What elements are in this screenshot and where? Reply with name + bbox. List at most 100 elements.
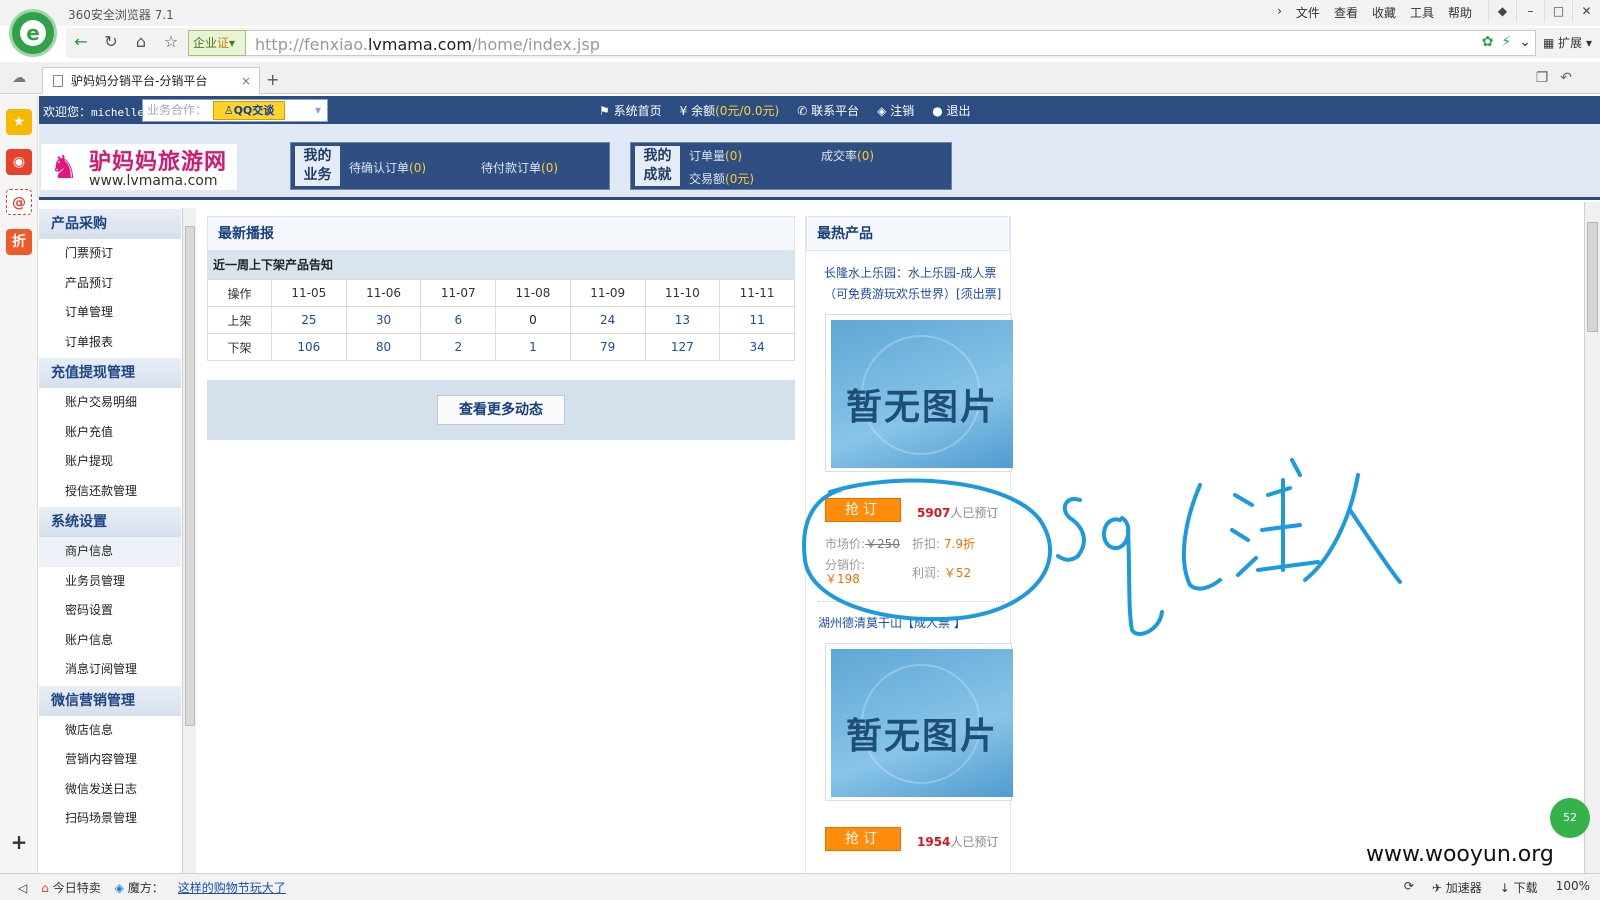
- buy-button[interactable]: 抢订: [825, 498, 901, 522]
- favorites-star-icon[interactable]: ★: [6, 109, 32, 135]
- menu-help[interactable]: 帮助: [1448, 4, 1472, 21]
- tab-active[interactable]: 驴妈妈分销平台-分销平台 ×: [42, 67, 260, 94]
- extensions-button[interactable]: ▦ 扩展 ▾: [1543, 34, 1592, 51]
- menu-group-purchase[interactable]: 产品采购: [39, 208, 181, 239]
- product-name-link[interactable]: 长隆水上乐园：水上乐园-成人票（可免费游玩欢乐世界）[须出票]: [818, 263, 1004, 305]
- menu-item-salesman[interactable]: 业务员管理: [39, 567, 181, 597]
- menu-group-recharge[interactable]: 充值提现管理: [39, 357, 181, 388]
- menu-item-password[interactable]: 密码设置: [39, 596, 181, 626]
- deal-rate-value: (0): [857, 149, 875, 163]
- menu-group-settings[interactable]: 系统设置: [39, 506, 181, 537]
- table-cell[interactable]: 80: [345, 333, 422, 361]
- mail-icon[interactable]: @: [6, 189, 32, 215]
- add-icon[interactable]: +: [6, 829, 32, 855]
- url-text[interactable]: http://fenxiao.lvmama.com/home/index.jsp: [255, 35, 600, 54]
- menu-item-marketing-content[interactable]: 营销内容管理: [39, 745, 181, 775]
- pending-confirm-link[interactable]: 待确认订单(0): [349, 159, 426, 176]
- back-arrow-icon[interactable]: ←: [70, 31, 92, 53]
- more-news-button[interactable]: 查看更多动态: [437, 395, 565, 425]
- nav-home[interactable]: ⚑ 系统首页: [599, 102, 662, 119]
- nav-deregister[interactable]: ◈ 注销: [877, 102, 914, 119]
- refresh-icon[interactable]: ↻: [100, 31, 122, 53]
- nav-contact[interactable]: ✆ 联系平台: [797, 102, 859, 119]
- home-icon[interactable]: ⌂: [130, 31, 152, 53]
- table-cell[interactable]: 34: [719, 333, 795, 361]
- lightning-icon[interactable]: ⚡: [1501, 34, 1511, 50]
- product-name-link[interactable]: 湖州德清莫干山【成人票 】: [818, 613, 1004, 634]
- chevron-down-icon[interactable]: ⌄: [1519, 34, 1531, 50]
- menu-item-wechat-log[interactable]: 微信发送日志: [39, 775, 181, 805]
- shirt-icon[interactable]: ◆: [1488, 0, 1516, 22]
- undo-icon[interactable]: ↶: [1560, 70, 1572, 86]
- new-tab-button[interactable]: +: [266, 70, 279, 89]
- close-icon[interactable]: ×: [241, 68, 251, 94]
- menu-view[interactable]: 查看: [1334, 4, 1358, 21]
- pending-pay-link[interactable]: 待付款订单(0): [481, 159, 558, 176]
- menu-item-withdraw[interactable]: 账户提现: [39, 447, 181, 477]
- menu-item-qr-scenes[interactable]: 扫码场景管理: [39, 804, 181, 834]
- promo-link[interactable]: 这样的购物节玩大了: [178, 879, 286, 896]
- page-scroll-thumb[interactable]: [1587, 222, 1598, 332]
- product-image[interactable]: 暂无图片: [825, 314, 1013, 472]
- menu-item-transactions[interactable]: 账户交易明细: [39, 388, 181, 418]
- nav-balance[interactable]: ¥ 余额(0元/0.0元): [680, 102, 780, 119]
- menu-item-product-booking[interactable]: 产品预订: [39, 269, 181, 299]
- menu-tools[interactable]: 工具: [1410, 4, 1434, 21]
- weibo-icon[interactable]: ◉: [6, 149, 32, 175]
- menu-scroll-thumb[interactable]: [185, 226, 195, 726]
- site-logo[interactable]: ♞ 驴妈妈旅游网 www.lvmama.com: [41, 144, 237, 190]
- menu-file[interactable]: 文件: [1296, 4, 1320, 21]
- cloud-icon[interactable]: ☁: [12, 70, 26, 86]
- speed-icon[interactable]: ⟳: [1404, 879, 1414, 896]
- table-cell[interactable]: 106: [271, 333, 347, 361]
- product-image[interactable]: 暂无图片: [825, 643, 1013, 801]
- menu-item-credit-repay[interactable]: 授信还款管理: [39, 477, 181, 507]
- table-cell[interactable]: 11: [719, 306, 795, 334]
- table-cell[interactable]: 13: [644, 306, 721, 334]
- nav-exit[interactable]: ● 退出: [932, 102, 970, 119]
- ach-label-2: 成就: [643, 167, 672, 183]
- menu-item-merchant-info[interactable]: 商户信息: [39, 537, 181, 567]
- qq-chat-button[interactable]: ♙QQ交谈: [213, 101, 285, 120]
- menu-item-account-info[interactable]: 账户信息: [39, 626, 181, 656]
- table-cell[interactable]: 30: [345, 306, 422, 334]
- biz-cooperation-select[interactable]: 业务合作： ♙QQ交谈 ▾: [142, 99, 328, 122]
- table-cell[interactable]: 1: [495, 333, 571, 361]
- download-button[interactable]: ↓ 下载: [1500, 879, 1538, 896]
- buy-button[interactable]: 抢订: [825, 827, 901, 851]
- table-cell[interactable]: 2: [420, 333, 497, 361]
- star-icon[interactable]: ☆: [160, 31, 182, 53]
- page-scrollbar[interactable]: [1584, 202, 1600, 873]
- close-window-button[interactable]: ✕: [1572, 0, 1600, 22]
- table-cell[interactable]: 79: [569, 333, 646, 361]
- maximize-button[interactable]: □: [1544, 0, 1572, 22]
- divider: [818, 601, 1004, 602]
- profit-value: ￥52: [943, 566, 972, 580]
- menu-item-ticket-booking[interactable]: 门票预订: [39, 239, 181, 269]
- security-icon[interactable]: ✿: [1482, 34, 1494, 50]
- menu-item-order-report[interactable]: 订单报表: [39, 328, 181, 358]
- menu-item-recharge[interactable]: 账户充值: [39, 418, 181, 448]
- menu-favorites[interactable]: 收藏: [1372, 4, 1396, 21]
- menu-scrollbar[interactable]: [182, 208, 196, 873]
- browser-logo-icon[interactable]: e: [9, 9, 57, 57]
- menu-item-microshop[interactable]: 微店信息: [39, 716, 181, 746]
- sidebar-toggle-icon[interactable]: ◁: [18, 881, 27, 895]
- chevron-right-icon[interactable]: ›: [1277, 4, 1282, 21]
- menu-item-subscriptions[interactable]: 消息订阅管理: [39, 655, 181, 685]
- minimize-button[interactable]: –: [1516, 0, 1544, 22]
- discount-icon[interactable]: 折: [6, 229, 32, 255]
- accelerator-button[interactable]: ✈ 加速器: [1432, 879, 1482, 896]
- menu-group-wechat[interactable]: 微信营销管理: [39, 684, 181, 716]
- table-cell[interactable]: 127: [644, 333, 721, 361]
- menu-item-order-management[interactable]: 订单管理: [39, 298, 181, 328]
- assistant-bubble-icon[interactable]: 52: [1550, 798, 1590, 838]
- table-cell[interactable]: 24: [569, 306, 646, 334]
- table-cell[interactable]: 6: [420, 306, 497, 334]
- zoom-level[interactable]: 100%: [1556, 879, 1590, 896]
- table-cell[interactable]: 25: [271, 306, 347, 334]
- enterprise-cert-badge[interactable]: 企业证▾: [188, 30, 246, 56]
- address-bar[interactable]: 企业证▾ http://fenxiao.lvmama.com/home/inde…: [188, 30, 1536, 56]
- tab-list-icon[interactable]: ❐: [1536, 70, 1549, 86]
- today-deals[interactable]: ⌂ 今日特卖: [41, 879, 100, 896]
